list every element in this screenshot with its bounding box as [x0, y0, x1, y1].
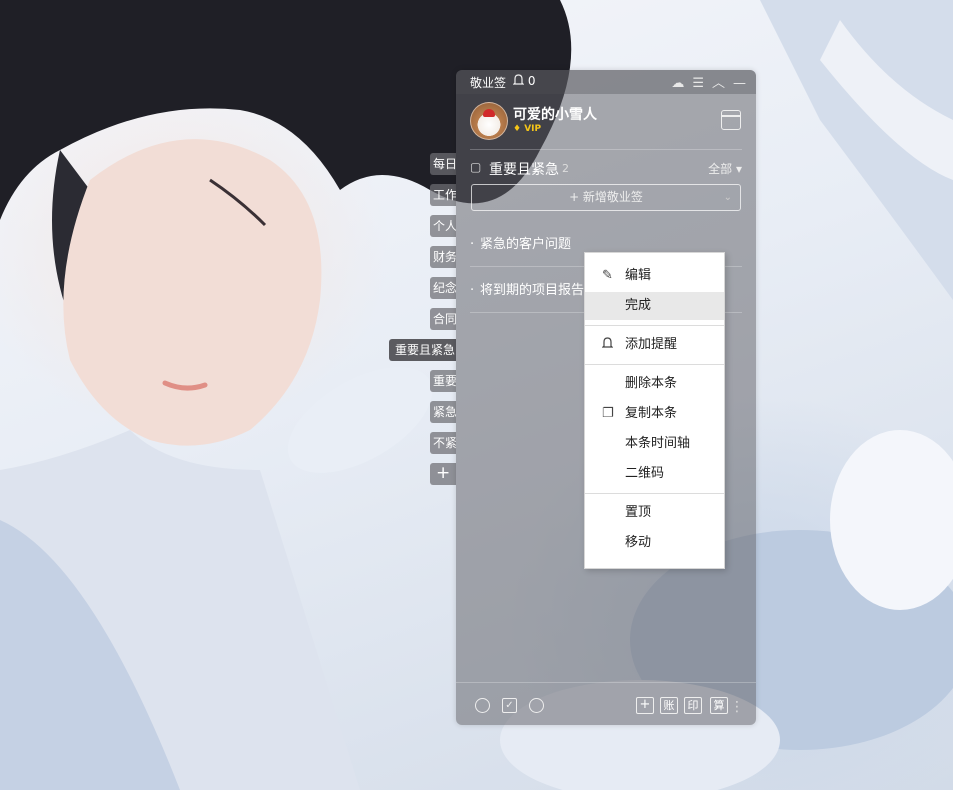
notification-button[interactable]: 0 [512, 74, 536, 88]
vip-badge: ♦ VIP [513, 124, 542, 134]
menu-item-label: 编辑 [625, 268, 652, 283]
category-tab-urgent[interactable]: 紧急 [430, 401, 456, 423]
menu-item-add-reminder[interactable]: 添加提醒 [585, 331, 724, 359]
ledger-button[interactable]: 账 [660, 697, 678, 714]
category-tab-personal[interactable]: 个人 [430, 215, 456, 237]
menu-item-delete[interactable]: 删除本条 [585, 370, 724, 398]
category-icon: ▢ [470, 160, 482, 174]
cloud-sync-icon[interactable]: ☁ [671, 76, 684, 91]
note-text: 将到期的项目报告 [480, 283, 585, 298]
minimize-icon[interactable]: — [733, 76, 746, 91]
menu-item-label: 复制本条 [625, 406, 678, 421]
checklist-icon[interactable]: ✓ [502, 698, 517, 713]
menu-item-label: 二维码 [625, 466, 665, 481]
edit-icon: ✎ [602, 268, 613, 283]
calculator-button[interactable]: 算 [710, 697, 728, 714]
chevron-down-icon[interactable]: ⌄ [724, 185, 732, 210]
category-tab-important-urgent[interactable]: 重要且紧急 [389, 339, 456, 361]
bullet-icon: · [470, 283, 475, 298]
menu-item-label: 删除本条 [625, 376, 678, 391]
menu-divider [585, 325, 724, 326]
category-tab-work[interactable]: 工作 [430, 184, 456, 206]
clock-icon[interactable] [475, 698, 490, 713]
category-tab-anniversary[interactable]: 纪念 [430, 277, 456, 299]
divider [456, 682, 756, 683]
username: 可爱的小雪人 [513, 107, 597, 123]
note-text: 紧急的客户问题 [480, 237, 572, 252]
app-title: 敬业签 [470, 76, 507, 90]
bell-icon [512, 74, 525, 85]
window-controls: ☁ ☰ ︿ — [663, 72, 746, 91]
menu-item-label: 移动 [625, 535, 652, 550]
notification-count: 0 [527, 74, 536, 88]
filter-dropdown[interactable]: 全部 ▾ [708, 160, 742, 177]
search-icon[interactable] [529, 698, 544, 713]
add-category-button[interactable]: + [430, 463, 456, 485]
print-button[interactable]: 印 [684, 697, 702, 714]
context-menu: ✎ 编辑 完成 添加提醒 删除本条 ❐ 复制本条 本条时间轴 二维码 置顶 移动 [584, 252, 725, 569]
menu-item-copy[interactable]: ❐ 复制本条 [585, 400, 724, 428]
add-note-label: + 新增敬业签 [569, 190, 643, 204]
filter-label: 全部 [708, 162, 733, 176]
divider [470, 149, 742, 150]
menu-item-complete[interactable]: 完成 [585, 292, 724, 320]
section-title: 重要且紧急 [489, 162, 559, 178]
add-icon[interactable]: + [636, 697, 654, 714]
menu-item-edit[interactable]: ✎ 编辑 [585, 262, 724, 290]
menu-item-label: 添加提醒 [625, 337, 678, 352]
section-count: 2 [562, 162, 569, 175]
title-bar[interactable]: 敬业签 0 ☁ ☰ ︿ — [456, 70, 756, 94]
collapse-icon[interactable]: ︿ [712, 76, 725, 91]
menu-item-move[interactable]: 移动 [585, 529, 724, 557]
more-icon[interactable]: ⋮ [730, 699, 744, 715]
list-item[interactable]: · 紧急的客户问题 [470, 233, 742, 252]
menu-item-pin-top[interactable]: 置顶 [585, 499, 724, 527]
category-tab-daily[interactable]: 每日 [430, 153, 456, 175]
bottom-toolbar: ✓ + 账 印 算 ⋮ [456, 685, 756, 725]
category-tab-finance[interactable]: 财务 [430, 246, 456, 268]
bullet-icon: · [470, 237, 475, 252]
chevron-down-icon: ▾ [735, 162, 742, 176]
menu-item-label: 本条时间轴 [625, 436, 691, 451]
copy-icon: ❐ [602, 406, 614, 421]
category-tab-contract[interactable]: 合同 [430, 308, 456, 330]
menu-item-qrcode[interactable]: 二维码 [585, 460, 724, 488]
add-note-button[interactable]: + 新增敬业签 ⌄ [471, 184, 741, 211]
menu-divider [585, 364, 724, 365]
category-tab-not-urgent[interactable]: 不紧 [430, 432, 456, 454]
menu-item-timeline[interactable]: 本条时间轴 [585, 430, 724, 458]
menu-icon[interactable]: ☰ [692, 76, 704, 91]
menu-divider [585, 493, 724, 494]
menu-item-label: 置顶 [625, 505, 652, 520]
menu-item-label: 完成 [625, 298, 652, 313]
vip-label: VIP [524, 124, 542, 134]
bell-icon [601, 331, 614, 359]
desktop: 每日 工作 个人 财务 纪念 合同 重要且紧急 重要 紧急 不紧 + 敬业签 0… [0, 0, 953, 790]
avatar[interactable] [470, 102, 508, 140]
category-tab-important[interactable]: 重要 [430, 370, 456, 392]
calendar-icon[interactable] [721, 110, 741, 130]
